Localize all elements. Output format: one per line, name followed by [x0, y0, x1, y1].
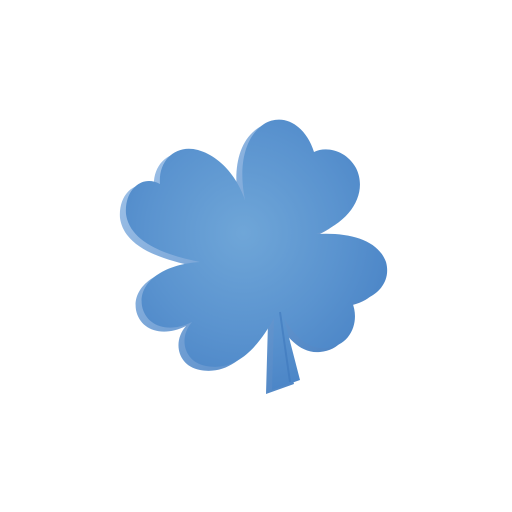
- canvas: [0, 0, 512, 512]
- four-leaf-clover-icon: [119, 119, 388, 394]
